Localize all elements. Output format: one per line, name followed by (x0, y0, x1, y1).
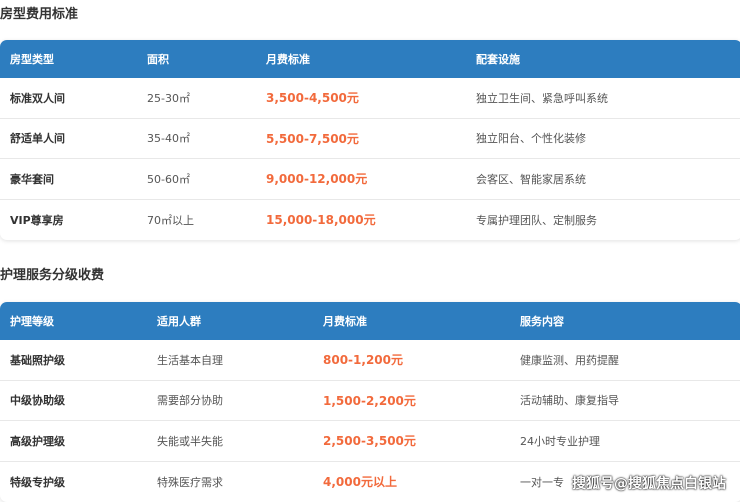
table-row: VIP尊享房 70㎡以上 15,000-18,000元 专属护理团队、定制服务 (0, 200, 740, 241)
column-header: 适用人群 (157, 313, 201, 329)
care-fee-table: 护理等级 适用人群 月费标准 服务内容基础照护级 生活基本自理 800-1,200元 健康监… (0, 302, 740, 502)
column-header: 房型类型 (10, 51, 54, 67)
table-cell: 50-60㎡ (147, 171, 190, 187)
table-cell: 800-1,200元 (323, 351, 403, 368)
table-row: 标准双人间 25-30㎡ 3,500-4,500元 独立卫生间、紧急呼叫系统 (0, 78, 740, 119)
table-cell: 标准双人间 (10, 90, 65, 106)
table-cell: 独立阳台、个性化装修 (476, 130, 586, 146)
table-cell: 4,000元以上 (323, 473, 397, 490)
table-cell: 健康监测、用药提醒 (520, 352, 619, 368)
table-cell: 舒适单人间 (10, 130, 65, 146)
table-cell: VIP尊享房 (10, 212, 64, 228)
table-cell: 25-30㎡ (147, 90, 190, 106)
section-title-care-fees: 护理服务分级收费 (0, 264, 104, 283)
column-header: 配套设施 (476, 51, 520, 67)
table-cell: 专属护理团队、定制服务 (476, 212, 597, 228)
table-cell: 9,000-12,000元 (266, 170, 367, 187)
column-header: 服务内容 (520, 313, 564, 329)
room-fee-table: 房型类型 面积 月费标准 配套设施标准双人间 25-30㎡ 3,500-4,500元 独立卫… (0, 40, 740, 240)
table-cell: 1,500-2,200元 (323, 392, 416, 409)
column-header: 月费标准 (266, 51, 310, 67)
table-header: 护理等级 适用人群 月费标准 服务内容 (0, 302, 740, 340)
table-cell: 3,500-4,500元 (266, 89, 359, 106)
table-cell: 一对一专 (520, 474, 564, 490)
table-cell: 需要部分协助 (157, 392, 223, 408)
table-cell: 中级协助级 (10, 392, 65, 408)
table-cell: 失能或半失能 (157, 433, 223, 449)
table-cell: 35-40㎡ (147, 130, 190, 146)
table-row: 豪华套间 50-60㎡ 9,000-12,000元 会客区、智能家居系统 (0, 159, 740, 200)
column-header: 月费标准 (323, 313, 367, 329)
column-header: 护理等级 (10, 313, 54, 329)
table-cell: 15,000-18,000元 (266, 211, 376, 228)
table-cell: 独立卫生间、紧急呼叫系统 (476, 90, 608, 106)
table-header: 房型类型 面积 月费标准 配套设施 (0, 40, 740, 78)
table-cell: 5,500-7,500元 (266, 130, 359, 147)
table-cell: 70㎡以上 (147, 212, 194, 228)
table-cell: 生活基本自理 (157, 352, 223, 368)
table-cell: 24小时专业护理 (520, 433, 600, 449)
section-title-room-fees: 房型费用标准 (0, 3, 78, 22)
table-cell: 高级护理级 (10, 433, 65, 449)
watermark: 搜狐号@搜狐焦点白银站 (572, 473, 726, 493)
table-cell: 豪华套间 (10, 171, 54, 187)
table-cell: 活动辅助、康复指导 (520, 392, 619, 408)
table-cell: 基础照护级 (10, 352, 65, 368)
table-row: 高级护理级 失能或半失能 2,500-3,500元 24小时专业护理 (0, 421, 740, 462)
table-cell: 会客区、智能家居系统 (476, 171, 586, 187)
table-cell: 2,500-3,500元 (323, 432, 416, 449)
table-row: 舒适单人间 35-40㎡ 5,500-7,500元 独立阳台、个性化装修 (0, 119, 740, 160)
table-row: 基础照护级 生活基本自理 800-1,200元 健康监测、用药提醒 (0, 340, 740, 381)
column-header: 面积 (147, 51, 169, 67)
table-cell: 特级专护级 (10, 474, 65, 490)
table-row: 中级协助级 需要部分协助 1,500-2,200元 活动辅助、康复指导 (0, 381, 740, 422)
table-cell: 特殊医疗需求 (157, 474, 223, 490)
